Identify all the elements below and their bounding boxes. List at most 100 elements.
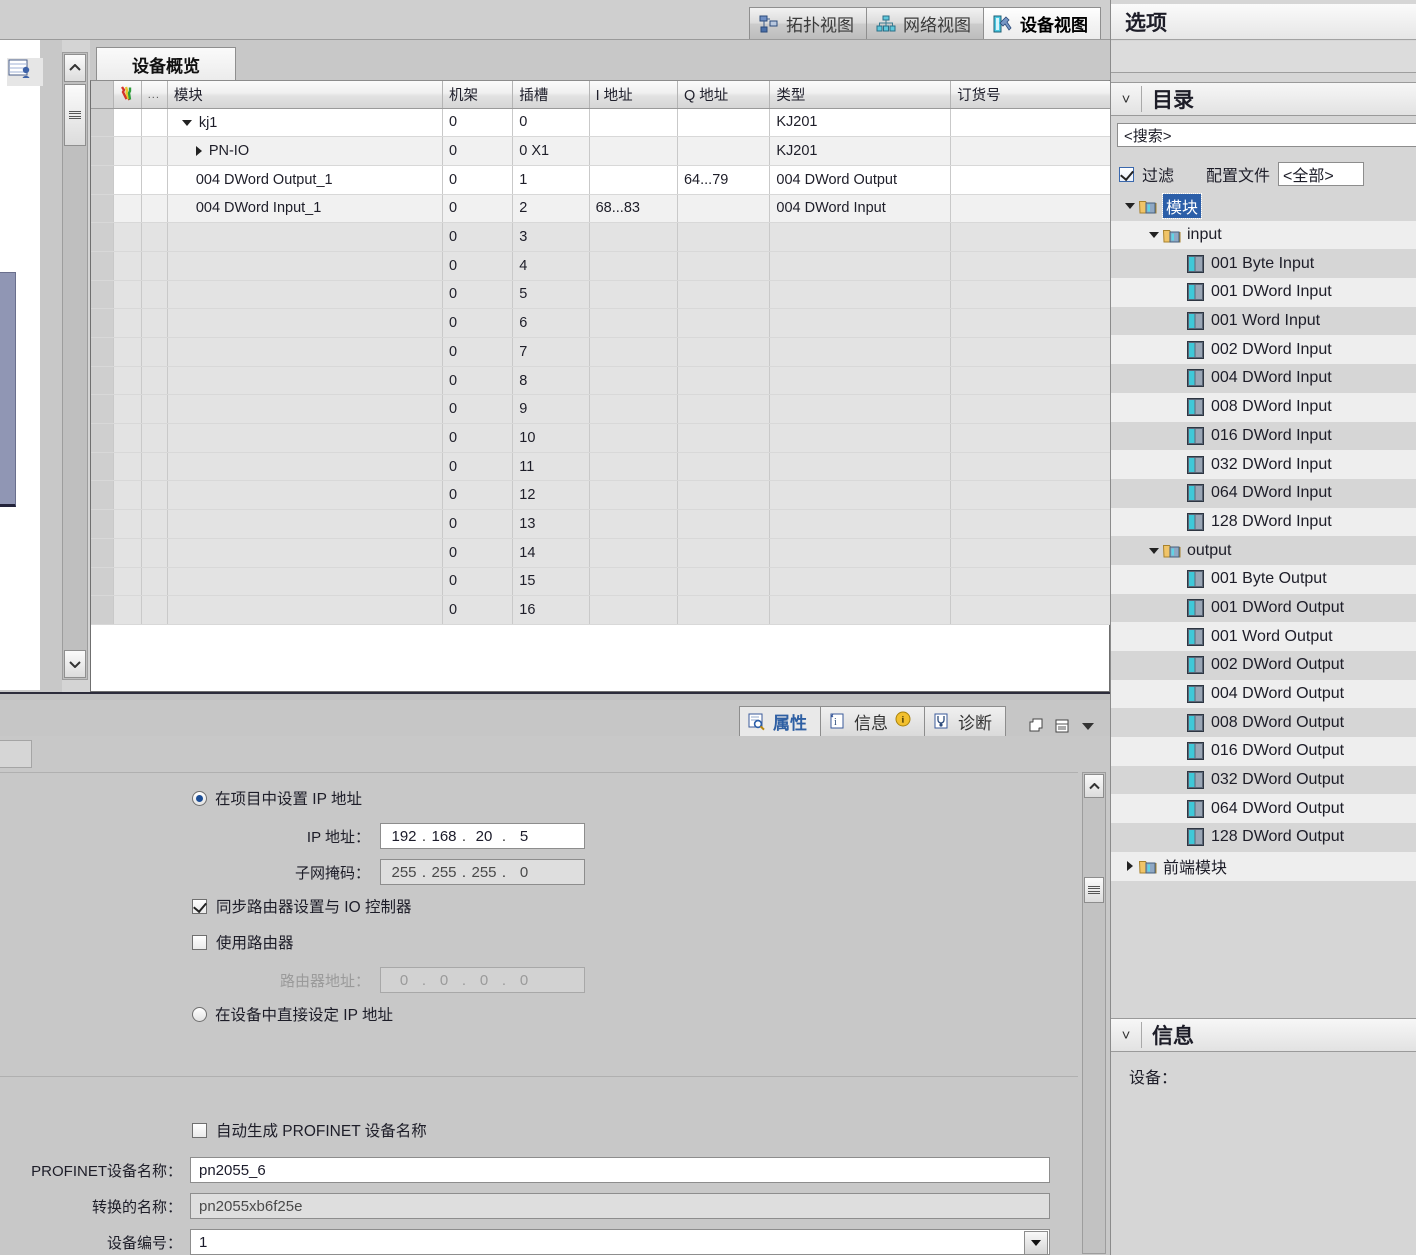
catalog-module-item[interactable]: 016 DWord Output	[1111, 737, 1416, 766]
catalog-module-item[interactable]: 004 DWord Output	[1111, 679, 1416, 709]
scrollbar-thumb[interactable]	[64, 84, 86, 146]
column-header-dots[interactable]: ...	[141, 81, 168, 109]
column-header-mark[interactable]	[113, 81, 142, 109]
catalog-module-item[interactable]: 064 DWord Output	[1111, 794, 1416, 824]
checkbox-row-use-router[interactable]: 使用路由器	[192, 931, 294, 953]
catalog-section-header[interactable]: ˅ 目录	[1111, 82, 1416, 116]
table-row[interactable]: 0 14	[91, 538, 1137, 568]
table-row[interactable]: 05	[91, 280, 1137, 310]
table-row[interactable]: PN-IO 0 0 X1 KJ201	[91, 136, 1137, 166]
table-row[interactable]: 0 16	[91, 595, 1137, 625]
list-view-icon[interactable]	[1052, 716, 1072, 736]
properties-scroll-up-button[interactable]	[1084, 774, 1104, 798]
checkbox-use-router[interactable]	[192, 934, 207, 950]
radio-row-set-ip-on-device[interactable]: 在设备中直接设定 IP 地址	[192, 1003, 393, 1025]
profile-select[interactable]: <全部>	[1278, 162, 1365, 186]
device-number-dropdown-button[interactable]	[1024, 1231, 1048, 1255]
table-row[interactable]: 0 12	[91, 480, 1137, 511]
tab-info[interactable]: i 信息 i	[820, 706, 925, 736]
column-header-rack[interactable]: 机架	[442, 81, 514, 109]
scroll-down-button[interactable]	[64, 650, 86, 678]
ip-address-input[interactable]: 192 . 168 . 20 . 5	[380, 823, 585, 849]
tab-device-overview[interactable]: 设备概览	[96, 47, 236, 80]
table-row[interactable]: 06	[91, 308, 1137, 338]
device-graphic-vertical-scrollbar[interactable]	[62, 52, 88, 680]
expand-arrow-icon[interactable]	[1145, 232, 1163, 239]
catalog-module-item[interactable]: 128 DWord Output	[1111, 823, 1416, 852]
catalog-module-item[interactable]: 001 Word Input	[1111, 307, 1416, 336]
device-number-combo[interactable]: 1	[190, 1229, 1050, 1255]
checkbox-row-sync-router[interactable]: 同步路由器设置与 IO 控制器	[192, 895, 411, 917]
chevron-down-icon[interactable]: ˅	[1111, 91, 1141, 108]
radio-set-ip-on-device[interactable]	[192, 1006, 207, 1022]
expand-arrow-icon[interactable]	[1145, 547, 1163, 554]
checkbox-row-auto-generate-name[interactable]: 自动生成 PROFINET 设备名称	[192, 1119, 427, 1141]
catalog-module-item[interactable]: 001 DWord Output	[1111, 594, 1416, 623]
radio-set-ip-in-project[interactable]	[192, 790, 207, 806]
catalog-module-item[interactable]: 001 DWord Input	[1111, 278, 1416, 307]
checkbox-auto-generate-name[interactable]	[192, 1122, 207, 1138]
column-header-slot[interactable]: 插槽	[512, 81, 590, 109]
table-row[interactable]: 0 10	[91, 423, 1137, 453]
collapse-arrow-icon[interactable]	[1121, 861, 1139, 872]
radio-row-set-ip-in-project[interactable]: 在项目中设置 IP 地址	[192, 787, 362, 809]
info-section-header[interactable]: ˅ 信息	[1111, 1018, 1416, 1052]
catalog-module-item[interactable]: 032 DWord Input	[1111, 450, 1416, 479]
checkbox-filter[interactable]	[1119, 166, 1134, 182]
table-row[interactable]: 0 13	[91, 509, 1137, 539]
table-row[interactable]: 0 15	[91, 567, 1137, 597]
tab-properties[interactable]: 属性	[739, 706, 821, 736]
catalog-module-item[interactable]: 001 Byte Input	[1111, 249, 1416, 278]
chevron-down-icon[interactable]	[1078, 716, 1098, 736]
column-header-order-number[interactable]: 订货号	[950, 81, 1137, 109]
restore-panel-icon[interactable]	[1026, 716, 1046, 736]
catalog-module-item[interactable]: 002 DWord Output	[1111, 651, 1416, 680]
table-row[interactable]: 0 11	[91, 452, 1137, 482]
catalog-module-item[interactable]: 004 DWord Input	[1111, 364, 1416, 393]
column-header-module[interactable]: 模块	[167, 81, 443, 109]
table-row[interactable]: 08	[91, 366, 1137, 396]
catalog-module-item[interactable]: 008 DWord Output	[1111, 708, 1416, 737]
tab-network-view[interactable]: 网络视图	[866, 7, 984, 39]
table-row[interactable]: 04	[91, 251, 1137, 281]
table-row[interactable]: 004 DWord Output_1 0 1 64...79 004 DWord Out…	[91, 165, 1137, 195]
catalog-folder-item[interactable]: 前端模块	[1111, 851, 1416, 881]
chevron-down-icon[interactable]: ˅	[1111, 1027, 1141, 1044]
checkbox-sync-router[interactable]	[192, 898, 207, 914]
table-row[interactable]: kj1 0 0 KJ201	[91, 108, 1137, 138]
catalog-folder-item[interactable]: 模块	[1111, 192, 1416, 221]
device-properties-icon[interactable]	[7, 58, 43, 86]
column-header-type[interactable]: 类型	[769, 81, 952, 109]
expand-arrow-icon[interactable]	[1121, 203, 1139, 210]
table-row[interactable]: 03	[91, 222, 1137, 252]
catalog-module-item[interactable]: 016 DWord Input	[1111, 422, 1416, 451]
properties-nav-stub[interactable]	[0, 740, 32, 768]
subnet-mask-input[interactable]: 255 . 255 . 255 . 0	[380, 859, 585, 885]
catalog-module-item[interactable]: 064 DWord Input	[1111, 479, 1416, 508]
catalog-module-item[interactable]: 001 Word Output	[1111, 622, 1416, 651]
column-header-i-address[interactable]: I 地址	[589, 81, 678, 109]
properties-vertical-scrollbar[interactable]	[1082, 772, 1106, 1254]
task-card-toolbar[interactable]	[1111, 41, 1416, 73]
properties-splitter[interactable]	[0, 692, 1110, 700]
scroll-up-button[interactable]	[64, 54, 86, 82]
table-row[interactable]: 07	[91, 337, 1137, 367]
tab-topology-view[interactable]: 拓扑视图	[749, 7, 867, 39]
properties-scrollbar-thumb[interactable]	[1084, 877, 1104, 903]
catalog-module-item[interactable]: 001 Byte Output	[1111, 564, 1416, 594]
catalog-module-item[interactable]: 008 DWord Input	[1111, 392, 1416, 422]
column-header-q-address[interactable]: Q 地址	[677, 81, 771, 109]
catalog-folder-item[interactable]: input	[1111, 220, 1416, 250]
table-row[interactable]: 004 DWord Input_1 0 2 68...83 004 DWord Inpu…	[91, 194, 1137, 224]
tab-diagnostics[interactable]: 诊断	[924, 706, 1006, 736]
catalog-folder-item[interactable]: output	[1111, 536, 1416, 565]
catalog-module-item[interactable]: 128 DWord Input	[1111, 507, 1416, 537]
table-row[interactable]: 09	[91, 394, 1137, 425]
expand-arrow-icon[interactable]	[181, 119, 192, 126]
collapse-arrow-icon[interactable]	[195, 145, 202, 156]
catalog-search-input[interactable]: <搜索>	[1117, 123, 1416, 147]
device-rack-graphic[interactable]	[0, 272, 16, 507]
catalog-module-item[interactable]: 002 DWord Input	[1111, 335, 1416, 365]
profinet-device-name-input[interactable]: pn2055_6	[190, 1157, 1050, 1183]
tab-device-view[interactable]: 设备视图	[983, 7, 1101, 39]
